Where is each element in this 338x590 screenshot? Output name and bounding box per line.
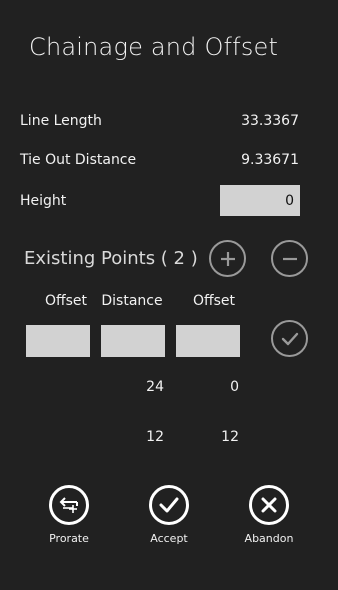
prorate-button[interactable] xyxy=(49,485,89,525)
check-circle-icon xyxy=(281,332,298,345)
table-row-2-offset: 12 xyxy=(221,429,239,445)
tie-out-distance-label: Tie Out Distance xyxy=(20,152,137,168)
abandon-button[interactable] xyxy=(249,485,289,525)
prorate-label: Prorate xyxy=(49,532,89,545)
column-header-distance: Distance xyxy=(101,293,163,309)
column-header-offset-left: Offset xyxy=(44,293,88,309)
line-length-value: 33.3367 xyxy=(241,113,299,129)
add-row-confirm-button[interactable] xyxy=(271,320,308,357)
offset-right-input[interactable] xyxy=(176,325,240,357)
add-point-button[interactable] xyxy=(209,240,246,277)
abandon-label: Abandon xyxy=(244,532,294,545)
remove-point-button[interactable] xyxy=(271,240,308,277)
minus-circle-icon xyxy=(282,257,297,260)
prorate-icon xyxy=(59,497,78,513)
table-row-2-distance: 12 xyxy=(146,429,164,445)
height-input[interactable] xyxy=(220,185,300,216)
height-label: Height xyxy=(20,193,67,209)
line-length-label: Line Length xyxy=(20,113,102,129)
x-icon xyxy=(261,497,277,513)
table-row-1-offset: 0 xyxy=(230,379,239,395)
check-icon xyxy=(159,497,179,513)
accept-label: Accept xyxy=(150,532,188,545)
table-row-1-distance: 24 xyxy=(146,379,164,395)
existing-points-title: Existing Points ( 2 ) xyxy=(24,248,198,269)
distance-input[interactable] xyxy=(101,325,165,357)
page-title: Chainage and Offset xyxy=(29,33,279,61)
plus-circle-icon xyxy=(220,251,235,266)
tie-out-distance-value: 9.33671 xyxy=(241,152,299,168)
accept-button[interactable] xyxy=(149,485,189,525)
offset-left-input[interactable] xyxy=(26,325,90,357)
column-header-offset-right: Offset xyxy=(192,293,236,309)
